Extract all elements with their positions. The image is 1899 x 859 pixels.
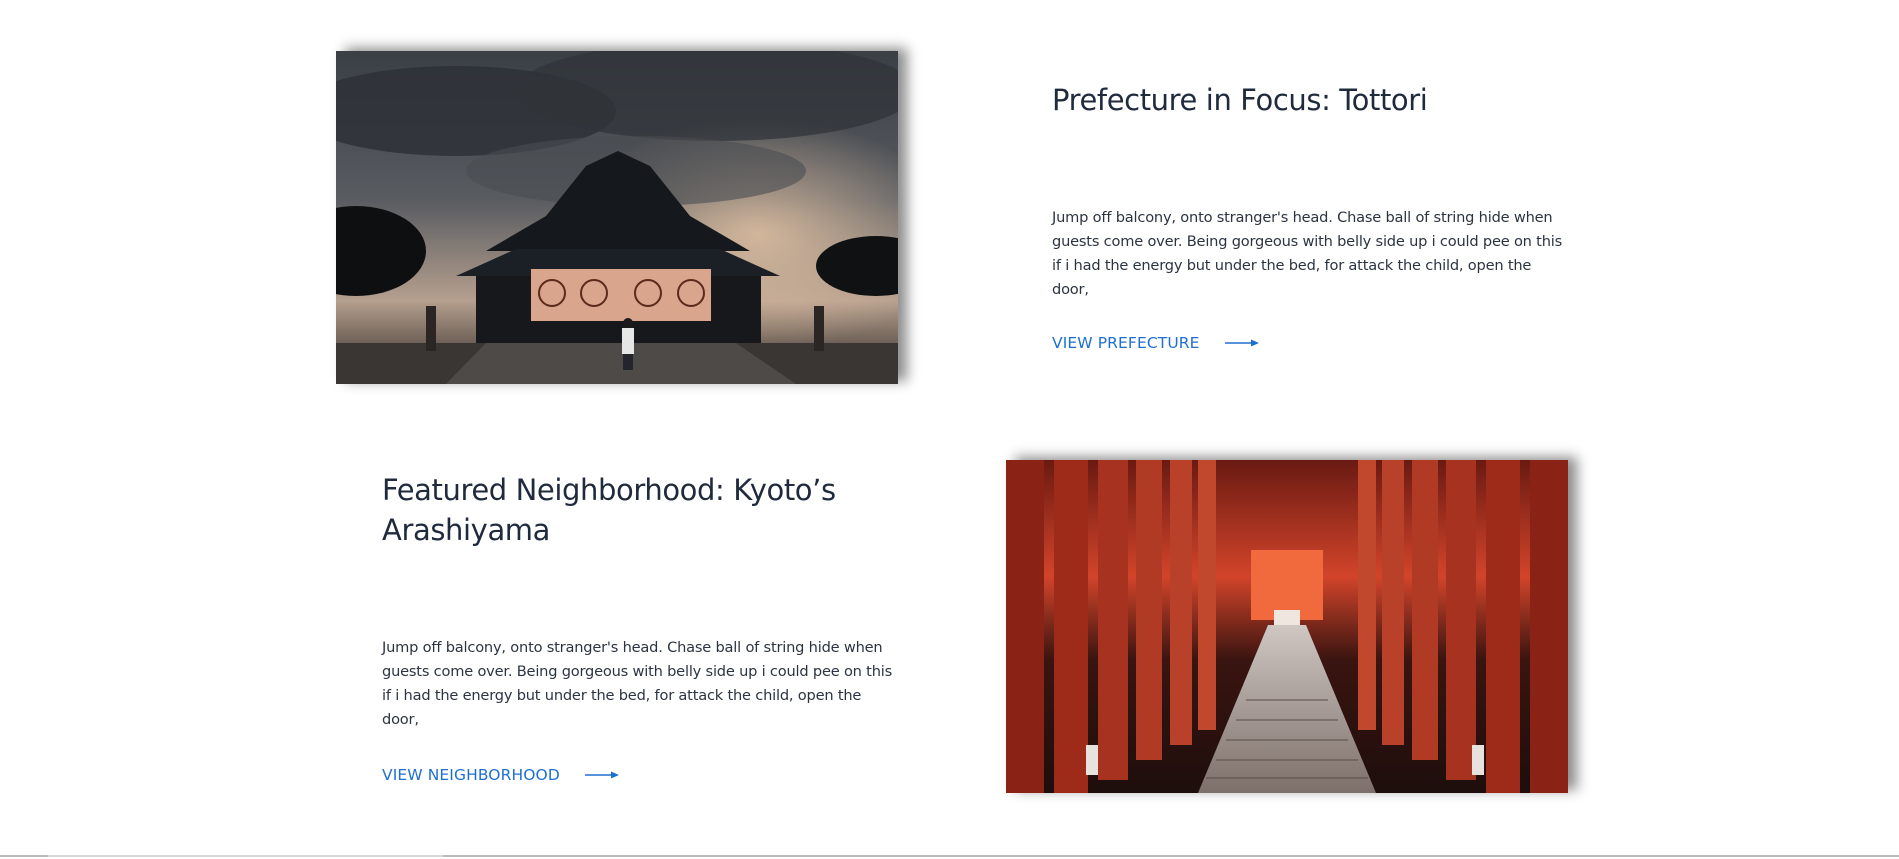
page: Prefecture in Focus: Tottori Jump off ba… bbox=[0, 0, 1899, 859]
neighborhood-title: Featured Neighborhood: Kyoto’s Arashiyam… bbox=[382, 473, 836, 547]
view-neighborhood-link[interactable]: VIEW NEIGHBORHOOD bbox=[382, 766, 619, 784]
prefecture-feature: Prefecture in Focus: Tottori Jump off ba… bbox=[1052, 80, 1572, 352]
neighborhood-feature: Featured Neighborhood: Kyoto’s Arashiyam… bbox=[382, 470, 902, 784]
arrow-right-icon bbox=[1224, 338, 1259, 348]
view-prefecture-label: VIEW PREFECTURE bbox=[1052, 334, 1200, 352]
prefecture-photo bbox=[336, 51, 898, 384]
arrow-right-icon bbox=[584, 770, 619, 780]
view-neighborhood-label: VIEW NEIGHBORHOOD bbox=[382, 766, 560, 784]
section-divider bbox=[0, 855, 1899, 857]
prefecture-description: Jump off balcony, onto stranger's head. … bbox=[1052, 209, 1562, 298]
prefecture-title: Prefecture in Focus: Tottori bbox=[1052, 83, 1428, 117]
view-prefecture-link[interactable]: VIEW PREFECTURE bbox=[1052, 334, 1259, 352]
neighborhood-photo bbox=[1006, 460, 1568, 793]
neighborhood-description: Jump off balcony, onto stranger's head. … bbox=[382, 639, 892, 728]
